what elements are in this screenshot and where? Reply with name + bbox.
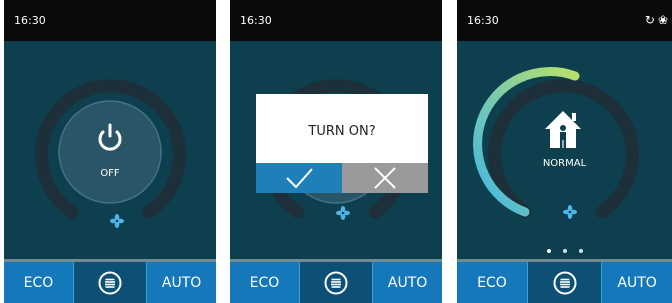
menu-icon xyxy=(98,271,122,294)
screen-turn-on-dialog: 16:30 TURN ON? ECO AUTO xyxy=(230,0,442,303)
page-dot[interactable] xyxy=(578,249,583,253)
auto-button[interactable]: AUTO xyxy=(602,262,672,303)
page-dot[interactable] xyxy=(546,249,551,253)
status-bar: 16:30 xyxy=(230,0,442,41)
sync-icon: ↻ xyxy=(644,13,655,27)
fan-status-icon: ❀ xyxy=(657,13,668,27)
screen-off: 16:30 OFF ECO AUTO xyxy=(4,0,216,303)
status-bar: 16:30 xyxy=(4,0,216,41)
turn-on-dialog: TURN ON? xyxy=(256,94,428,193)
menu-icon xyxy=(324,271,348,294)
checkmark-icon xyxy=(286,168,313,189)
mode-label: NORMAL xyxy=(542,158,587,169)
eco-button[interactable]: ECO xyxy=(4,262,73,303)
eco-button[interactable]: ECO xyxy=(457,262,527,303)
x-icon xyxy=(374,167,396,189)
fan-icon xyxy=(336,206,350,220)
page-dot[interactable] xyxy=(562,249,567,253)
clock: 16:30 xyxy=(14,14,46,27)
mode-dial[interactable] xyxy=(457,41,672,261)
auto-button[interactable]: AUTO xyxy=(373,262,442,303)
bottom-bar: ECO AUTO xyxy=(4,262,216,303)
page-indicator[interactable] xyxy=(457,238,672,257)
auto-button[interactable]: AUTO xyxy=(147,262,216,303)
bottom-bar: ECO AUTO xyxy=(457,262,672,303)
eco-button[interactable]: ECO xyxy=(230,262,299,303)
dialog-title: TURN ON? xyxy=(308,124,376,139)
power-state-label: OFF xyxy=(100,168,120,179)
status-bar: 16:30 ↻ ❀ xyxy=(457,0,672,41)
dial[interactable] xyxy=(4,41,216,261)
cancel-button[interactable] xyxy=(342,163,428,193)
fan-icon xyxy=(563,205,577,219)
fan-icon xyxy=(110,214,124,228)
screen-normal-mode: 16:30 ↻ ❀ NORMAL ECO AUTO xyxy=(457,0,672,303)
menu-button[interactable] xyxy=(526,262,603,303)
status-icons: ↻ ❀ xyxy=(642,13,668,27)
clock: 16:30 xyxy=(467,14,499,27)
clock: 16:30 xyxy=(240,14,272,27)
menu-button[interactable] xyxy=(298,262,374,303)
bottom-bar: ECO AUTO xyxy=(230,262,442,303)
menu-button[interactable] xyxy=(72,262,148,303)
menu-icon xyxy=(553,271,576,294)
confirm-button[interactable] xyxy=(256,163,342,193)
power-button xyxy=(58,100,162,204)
